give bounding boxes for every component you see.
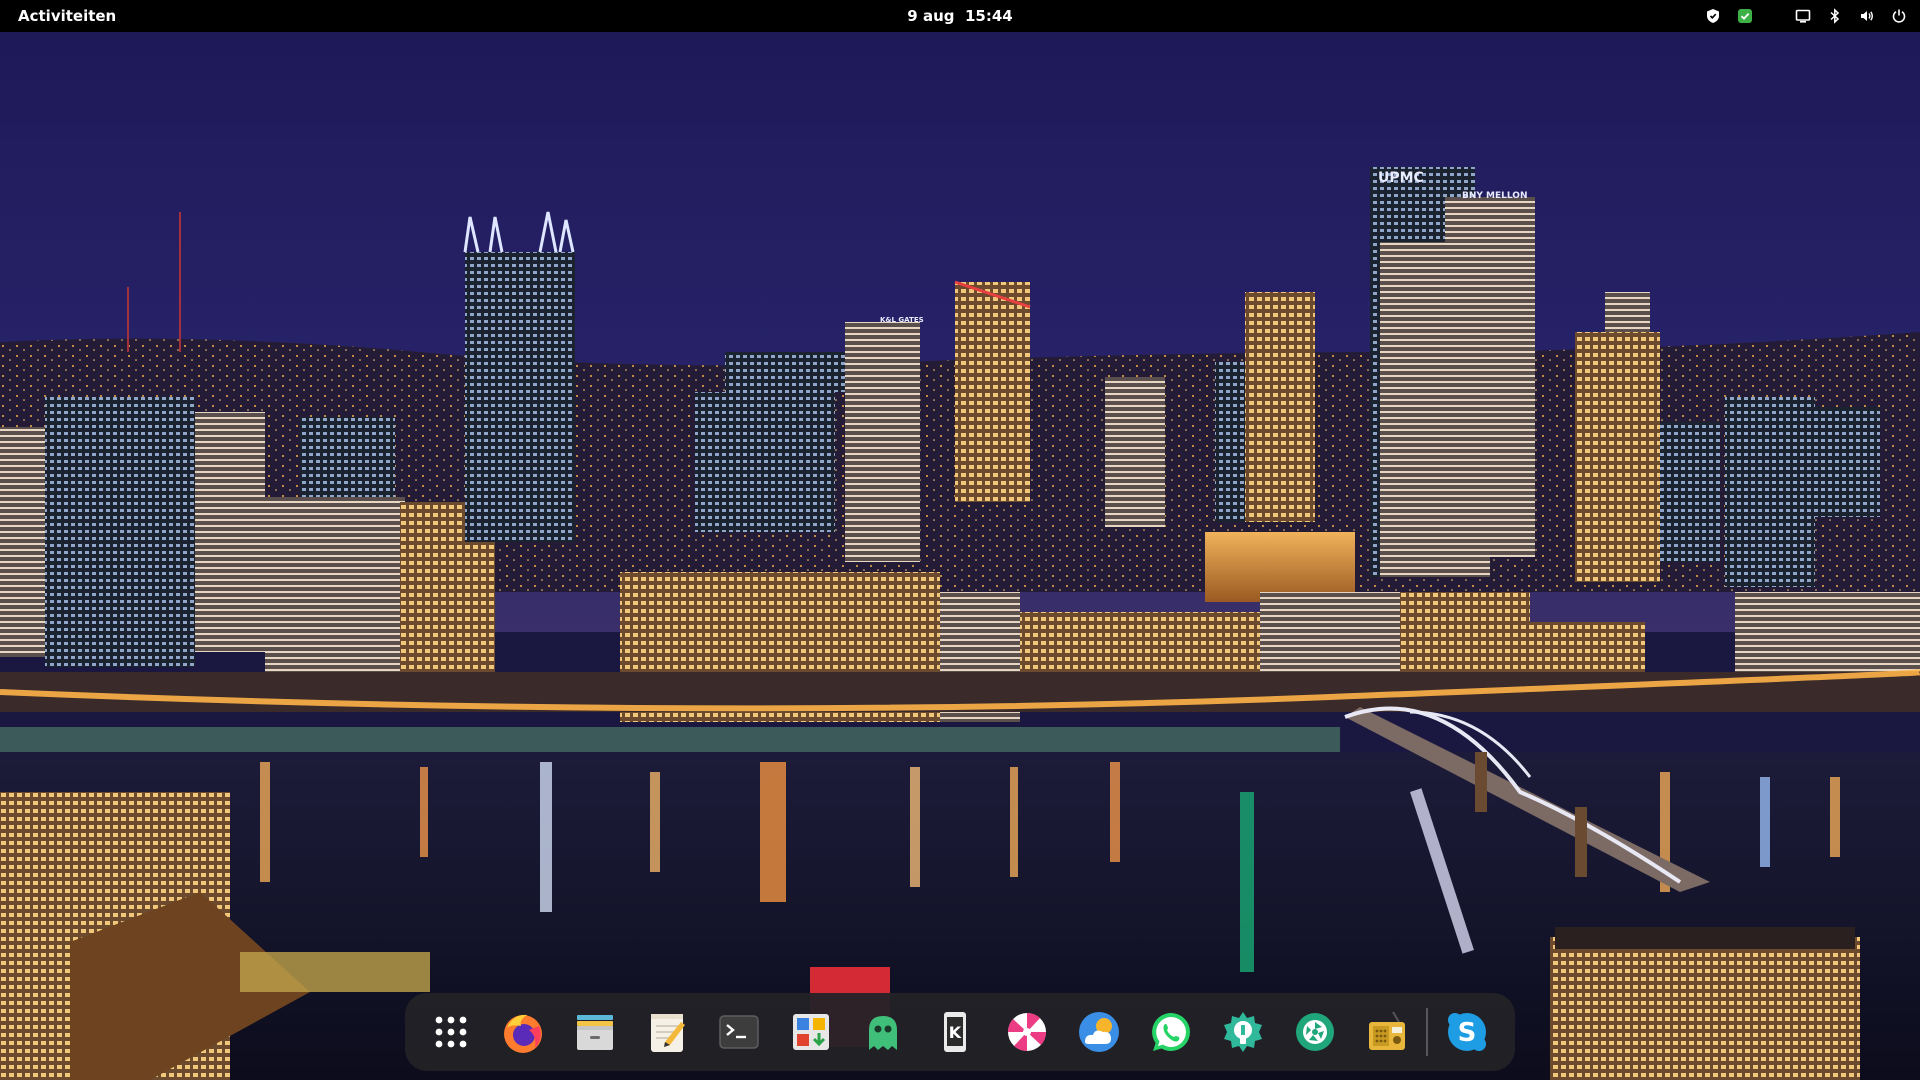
dock-app-whatsapp[interactable] [1135, 996, 1207, 1068]
clock-date: 9 aug [907, 7, 955, 25]
radio-icon [1369, 1011, 1405, 1050]
dock-app-files[interactable] [559, 996, 631, 1068]
bluetooth-icon[interactable] [1826, 7, 1844, 25]
dock-app-radio[interactable] [1351, 996, 1423, 1068]
shutter-icon [1296, 1013, 1334, 1051]
kde-connect-icon: K [944, 1012, 966, 1052]
dock-separator [1426, 1008, 1428, 1056]
skype-icon: S [1448, 1013, 1486, 1051]
clock-button[interactable]: 9 aug 15:44 [907, 7, 1012, 25]
top-bar: Activiteiten 9 aug 15:44 [0, 0, 1920, 32]
text-editor-icon [651, 1014, 685, 1052]
update-check-icon[interactable] [1736, 7, 1754, 25]
dock-app-ghost[interactable] [847, 996, 919, 1068]
firefox-icon [504, 1014, 542, 1053]
weather-icon [1079, 1012, 1119, 1052]
svg-text:K: K [949, 1023, 962, 1042]
dock-app-settings[interactable] [1207, 996, 1279, 1068]
volume-icon[interactable] [1858, 7, 1876, 25]
dock-app-weather[interactable] [1063, 996, 1135, 1068]
gear-bulb-icon [1224, 1012, 1262, 1052]
upmc-sign: UPMC [1378, 170, 1424, 186]
terminal-icon [719, 1015, 759, 1049]
dock: K S [405, 993, 1515, 1071]
software-store-icon [793, 1014, 829, 1050]
activities-button[interactable]: Activiteiten [18, 0, 116, 32]
clock-time: 15:44 [964, 7, 1013, 25]
whatsapp-icon [1152, 1013, 1190, 1051]
dock-app-terminal[interactable] [703, 996, 775, 1068]
app-grid-icon [435, 1016, 467, 1048]
show-apps-button[interactable] [415, 996, 487, 1068]
svg-text:S: S [1458, 1018, 1477, 1048]
dock-app-camera[interactable] [1279, 996, 1351, 1068]
bny-sign: BNY MELLON [1462, 191, 1527, 201]
lollypop-icon [1007, 1012, 1047, 1052]
dock-app-software[interactable] [775, 996, 847, 1068]
screen-icon[interactable] [1794, 7, 1812, 25]
dock-app-skype[interactable]: S [1431, 996, 1503, 1068]
ghost-icon [869, 1016, 897, 1050]
klgates-sign: K&L GATES [880, 316, 924, 324]
desktop-wallpaper: UPMC BNY MELLON K&L GATES [0, 32, 1920, 1080]
files-icon [577, 1015, 613, 1050]
dock-app-kde-connect[interactable]: K [919, 996, 991, 1068]
dock-app-text-editor[interactable] [631, 996, 703, 1068]
dock-app-firefox[interactable] [487, 996, 559, 1068]
system-tray[interactable] [1704, 0, 1908, 32]
shield-icon[interactable] [1704, 7, 1722, 25]
power-icon[interactable] [1890, 7, 1908, 25]
clock: 9 aug 15:44 [0, 0, 1920, 32]
dock-app-lollypop[interactable] [991, 996, 1063, 1068]
